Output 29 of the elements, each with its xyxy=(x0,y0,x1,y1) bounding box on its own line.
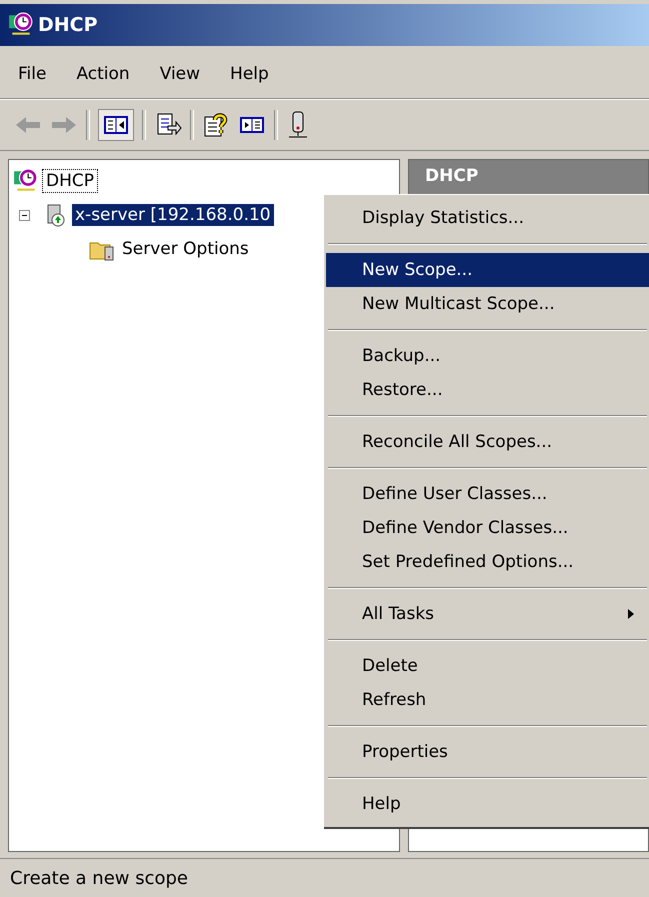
server-icon[interactable] xyxy=(286,110,310,140)
menu-item[interactable]: Properties xyxy=(326,735,649,769)
clock-monitor-icon xyxy=(8,12,34,38)
status-text: Create a new scope xyxy=(0,858,649,897)
collapse-toggle-icon[interactable] xyxy=(19,210,30,220)
menu-item[interactable]: View xyxy=(156,62,204,86)
menu-item[interactable]: Backup... xyxy=(326,339,649,373)
menu-item[interactable]: Refresh xyxy=(326,683,649,717)
menu-item[interactable]: Restore... xyxy=(326,373,649,407)
menu-item[interactable]: File xyxy=(14,62,50,86)
menu-item[interactable]: Define User Classes... xyxy=(326,477,649,511)
menu-item[interactable]: Display Statistics... xyxy=(326,201,649,235)
menu-item[interactable]: Help xyxy=(226,62,273,86)
menu-item[interactable]: Reconcile All Scopes... xyxy=(326,425,649,459)
menu-item[interactable]: New Scope... xyxy=(326,253,649,287)
menu-item[interactable]: Define Vendor Classes... xyxy=(326,511,649,545)
tree-item[interactable]: Server Options xyxy=(119,238,252,260)
menu-item[interactable]: Delete xyxy=(326,649,649,683)
menu-item[interactable]: All Tasks xyxy=(326,597,649,631)
window-title: DHCP xyxy=(38,14,98,36)
tree-item[interactable]: DHCP xyxy=(43,170,97,192)
menu-item[interactable]: Set Predefined Options... xyxy=(326,545,649,579)
help-document-icon[interactable] xyxy=(202,111,230,139)
clock-monitor-icon xyxy=(13,168,39,194)
menu-item[interactable]: Help xyxy=(326,787,649,821)
show-hide-tree-icon[interactable] xyxy=(98,109,134,141)
menu-item[interactable]: Action xyxy=(72,62,134,86)
menu-item[interactable]: New Multicast Scope... xyxy=(326,287,649,321)
tree-item[interactable]: x-server [192.168.0.10 xyxy=(72,204,274,226)
